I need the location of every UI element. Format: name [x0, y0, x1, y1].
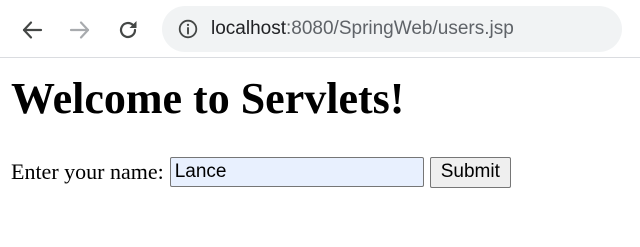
page-heading: Welcome to Servlets! — [11, 74, 405, 123]
back-button[interactable] — [15, 13, 49, 47]
page-content: Welcome to Servlets! Enter your name: Su… — [0, 59, 640, 247]
forward-arrow-icon — [69, 21, 90, 39]
url-host: localhost — [211, 18, 286, 39]
forward-button[interactable] — [63, 13, 97, 47]
address-bar[interactable]: localhost:8080/SpringWeb/users.jsp — [162, 6, 622, 52]
info-icon[interactable] — [178, 19, 198, 39]
url-path: :8080/SpringWeb/users.jsp — [286, 18, 514, 39]
reload-icon — [119, 21, 137, 39]
submit-button[interactable]: Submit — [429, 156, 511, 188]
name-label: Enter your name: — [11, 159, 164, 184]
name-input[interactable] — [169, 157, 424, 187]
back-arrow-icon — [22, 21, 43, 39]
reload-button[interactable] — [111, 13, 145, 47]
url-text[interactable]: localhost:8080/SpringWeb/users.jsp — [211, 6, 514, 52]
name-form: Enter your name: Submit — [11, 156, 511, 188]
browser-toolbar: localhost:8080/SpringWeb/users.jsp — [0, 0, 640, 58]
